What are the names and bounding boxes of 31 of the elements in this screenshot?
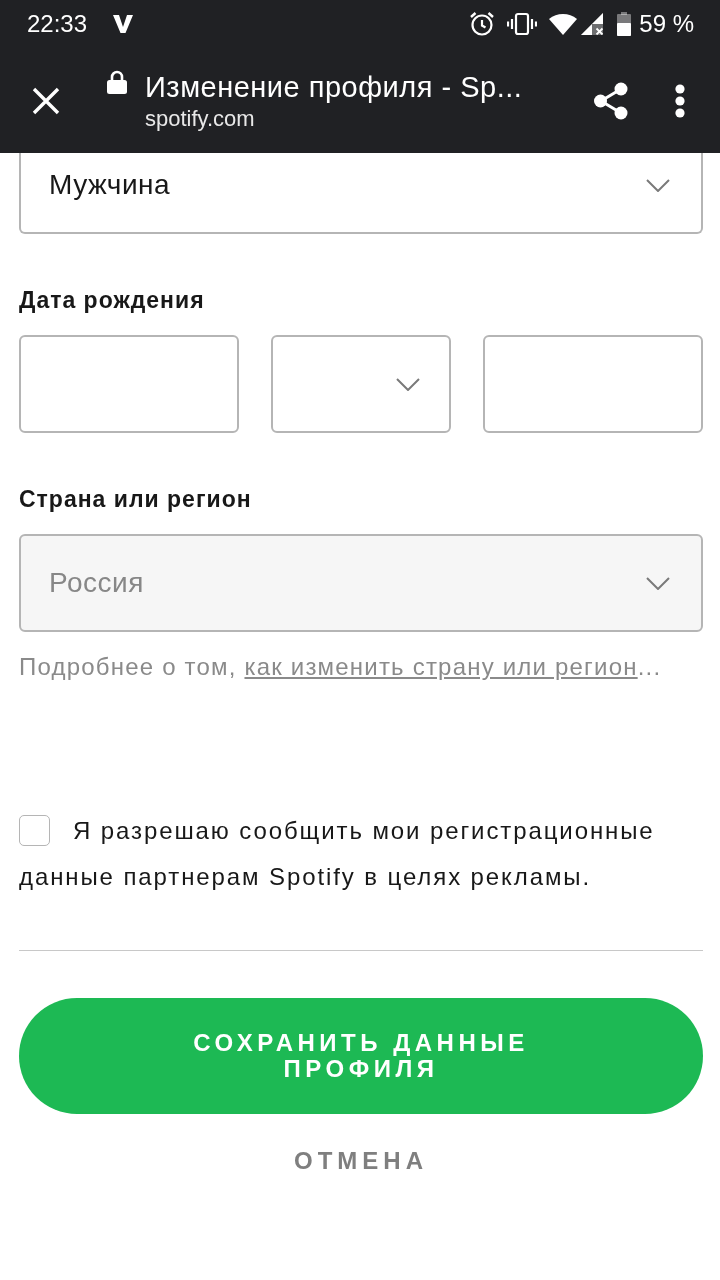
chevron-down-icon	[646, 576, 670, 590]
lock-icon	[107, 70, 127, 94]
country-value: Россия	[49, 566, 144, 600]
alarm-icon	[469, 11, 496, 37]
wifi-icon	[549, 13, 578, 35]
clock-time: 22:33	[27, 12, 88, 36]
country-label: Страна или регион	[19, 485, 252, 514]
battery-percent: 59 %	[639, 12, 694, 36]
close-icon	[32, 86, 60, 115]
cancel-button[interactable]: ОТМЕНА	[294, 1146, 428, 1176]
share-icon	[593, 81, 629, 120]
v-icon	[113, 14, 134, 34]
chevron-down-icon	[646, 178, 670, 192]
more-options-icon	[675, 83, 685, 118]
more-options-button[interactable]	[674, 83, 686, 118]
date-field[interactable]	[483, 335, 703, 433]
help-text: Подробнее о том, как изменить страну или регион...	[19, 652, 663, 682]
share-button[interactable]	[592, 80, 630, 121]
date-field[interactable]	[19, 335, 239, 433]
consent-checkbox[interactable]: Я разрешаю сообщить мои регистрационные данные партнерам Spotify в целях рекламы.	[19, 808, 703, 900]
gender-select[interactable]: Мужчина	[19, 153, 703, 234]
page-url: spotify.com	[145, 104, 255, 133]
save-profile-button[interactable]: СОХРАНИТЬ ДАННЫЕ ПРОФИЛЯ	[19, 998, 703, 1114]
vibrate-icon	[507, 12, 538, 36]
gender-value: Мужчина	[49, 168, 171, 202]
page-title: Изменение профиля - Sp...	[145, 69, 523, 105]
birth-date-label: Дата рождения	[19, 286, 205, 315]
help-link[interactable]: как изменить страну или регион	[244, 653, 638, 680]
signal-icon	[581, 13, 606, 35]
chevron-down-icon	[396, 377, 420, 391]
battery-icon	[617, 12, 632, 36]
